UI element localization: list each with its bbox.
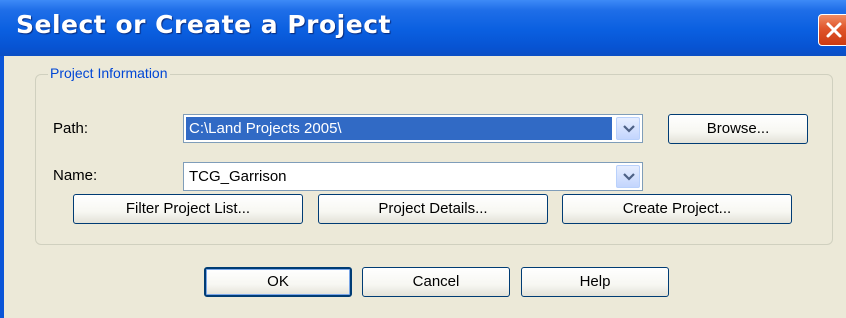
- filter-project-list-button[interactable]: Filter Project List...: [73, 194, 303, 224]
- name-value: TCG_Garrison: [189, 168, 287, 185]
- name-label: Name:: [53, 167, 98, 184]
- chevron-down-icon: [623, 125, 635, 133]
- close-icon: [826, 22, 842, 38]
- path-dropdown-button[interactable]: [616, 117, 640, 140]
- title-bar[interactable]: Select or Create a Project: [0, 0, 846, 56]
- dialog-body: Project Information Path: C:\Land Projec…: [4, 56, 846, 318]
- create-project-button[interactable]: Create Project...: [562, 194, 792, 224]
- help-button[interactable]: Help: [521, 267, 669, 297]
- name-dropdown-button[interactable]: [616, 165, 640, 188]
- group-title: Project Information: [48, 65, 170, 81]
- browse-button[interactable]: Browse...: [668, 114, 808, 144]
- cancel-button[interactable]: Cancel: [362, 267, 510, 297]
- project-details-button[interactable]: Project Details...: [318, 194, 548, 224]
- project-information-group: Project Information Path: C:\Land Projec…: [35, 65, 833, 245]
- name-combobox[interactable]: TCG_Garrison: [183, 162, 643, 191]
- window-title: Select or Create a Project: [16, 10, 391, 39]
- close-button[interactable]: [818, 14, 846, 46]
- ok-button[interactable]: OK: [204, 267, 352, 297]
- path-value: C:\Land Projects 2005\: [186, 117, 612, 140]
- path-combobox[interactable]: C:\Land Projects 2005\: [183, 114, 643, 143]
- chevron-down-icon: [623, 173, 635, 181]
- dialog-window: Select or Create a Project Project Infor…: [0, 0, 846, 318]
- path-label: Path:: [53, 120, 89, 137]
